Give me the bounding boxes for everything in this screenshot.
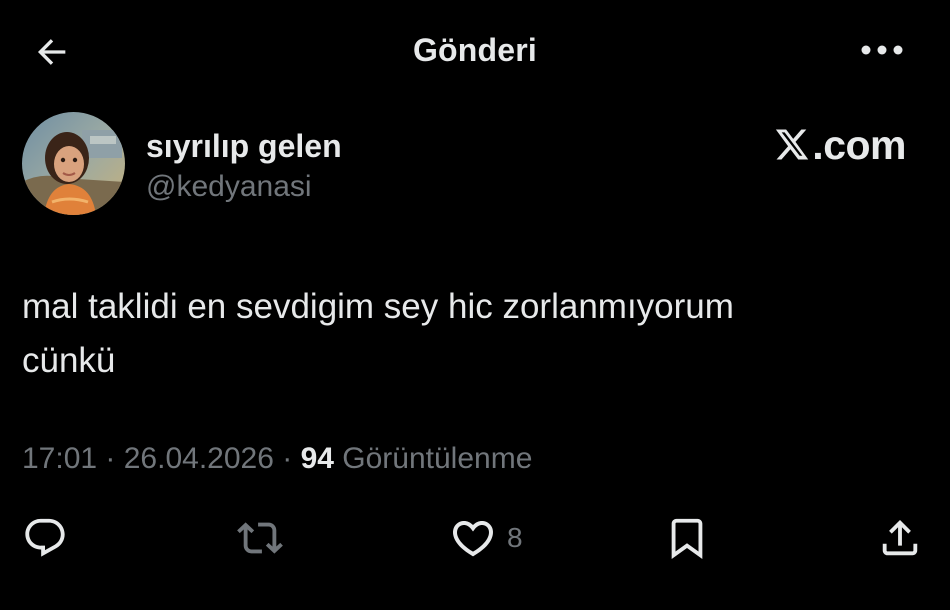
bookmark-button[interactable]	[664, 512, 710, 564]
share-button[interactable]	[877, 512, 923, 564]
tweet-text: mal taklidi en sevdigim sey hic zorlanmı…	[22, 287, 734, 380]
like-button[interactable]: 8	[449, 512, 523, 564]
brand-label: .com	[812, 122, 906, 168]
reply-button[interactable]	[22, 512, 68, 564]
display-name[interactable]: sıyrılıp gelen	[146, 128, 342, 165]
views-count: 94	[300, 442, 334, 475]
page-title: Gönderi	[412, 32, 538, 68]
meta-separator: ·	[273, 442, 301, 475]
heart-icon	[452, 521, 494, 557]
reply-icon	[25, 518, 65, 557]
x-com-watermark: .com	[774, 122, 906, 169]
bookmark-icon	[671, 518, 703, 559]
avatar-photo	[22, 112, 125, 215]
top-navigation-bar: Gönderi	[0, 0, 950, 100]
retweet-button[interactable]	[237, 512, 283, 564]
retweet-icon	[237, 522, 283, 554]
views-label: Görüntülenme	[333, 442, 533, 475]
avatar[interactable]	[22, 112, 125, 215]
tweet-actions-bar: 8	[0, 512, 950, 564]
tweet-time[interactable]: 17:01	[22, 442, 97, 475]
like-count: 8	[507, 522, 523, 553]
more-options-button[interactable]	[856, 30, 908, 70]
tweet-date[interactable]: 26.04.2026	[124, 442, 274, 475]
tweet-meta: 17:01 · 26.04.2026 · 94 Görüntülenme	[22, 442, 532, 476]
x-logo-icon	[776, 129, 809, 159]
meta-separator: ·	[97, 442, 124, 475]
user-handle[interactable]: @kedyanasi	[146, 170, 312, 204]
more-horizontal-icon	[861, 45, 903, 55]
share-icon	[882, 519, 918, 556]
